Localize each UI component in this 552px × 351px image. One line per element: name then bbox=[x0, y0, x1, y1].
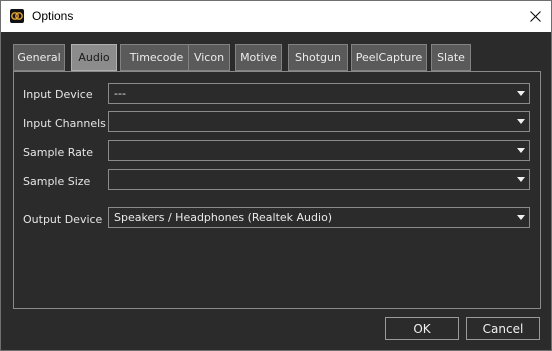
input-channels-select[interactable] bbox=[108, 111, 530, 132]
close-icon bbox=[529, 11, 541, 22]
audio-settings-panel bbox=[13, 71, 541, 309]
tab-vicon[interactable]: Vicon bbox=[188, 44, 230, 71]
sample-rate-label: Sample Rate bbox=[23, 146, 93, 159]
tab-general[interactable]: General bbox=[13, 44, 65, 71]
options-dialog: Options General Audio Timecode Vicon Mot… bbox=[0, 0, 552, 351]
sample-rate-select[interactable] bbox=[108, 140, 530, 161]
dropdown-arrow-icon bbox=[517, 148, 525, 153]
dropdown-arrow-icon bbox=[517, 177, 525, 182]
output-device-select[interactable]: Speakers / Headphones (Realtek Audio) bbox=[108, 207, 530, 228]
input-device-value: --- bbox=[114, 87, 126, 100]
tab-timecode[interactable]: Timecode bbox=[120, 44, 193, 71]
output-device-label: Output Device bbox=[23, 213, 103, 226]
sample-size-select[interactable] bbox=[108, 169, 530, 190]
cancel-button[interactable]: Cancel bbox=[466, 317, 540, 340]
input-device-select[interactable]: --- bbox=[108, 83, 530, 104]
input-device-label: Input Device bbox=[23, 88, 93, 101]
output-device-value: Speakers / Headphones (Realtek Audio) bbox=[114, 211, 333, 224]
close-button[interactable] bbox=[519, 1, 551, 32]
tab-motive[interactable]: Motive bbox=[235, 44, 282, 71]
dropdown-arrow-icon bbox=[517, 215, 525, 220]
dropdown-arrow-icon bbox=[517, 119, 525, 124]
pd-logo-icon bbox=[10, 9, 24, 23]
ok-button[interactable]: OK bbox=[385, 317, 459, 340]
title-bar: Options bbox=[1, 1, 551, 32]
sample-size-label: Sample Size bbox=[23, 175, 91, 188]
tab-audio[interactable]: Audio bbox=[71, 44, 117, 71]
tab-shotgun[interactable]: Shotgun bbox=[288, 44, 348, 71]
tab-slate[interactable]: Slate bbox=[431, 44, 471, 71]
input-channels-label: Input Channels bbox=[23, 117, 106, 130]
dropdown-arrow-icon bbox=[517, 91, 525, 96]
tab-peelcapture[interactable]: PeelCapture bbox=[351, 44, 427, 71]
window-title: Options bbox=[32, 9, 74, 23]
